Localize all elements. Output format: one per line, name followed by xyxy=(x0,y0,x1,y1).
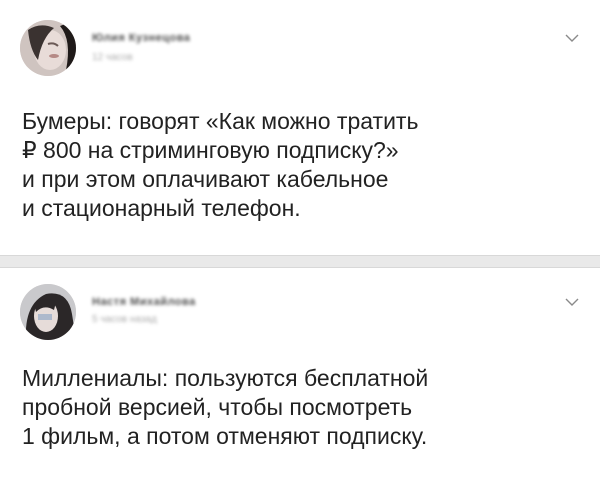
post-text-line: Бумеры: говорят «Как можно тратить xyxy=(22,108,419,134)
post-text-line: пробной версией, чтобы посмотреть xyxy=(22,394,413,420)
avatar[interactable] xyxy=(20,284,76,340)
post-timestamp[interactable]: 5 часов назад xyxy=(92,314,157,325)
post-text-line: Миллениалы: пользуются бесплатной xyxy=(22,365,429,391)
chevron-down-icon[interactable] xyxy=(564,30,580,46)
post-text: Миллениалы: пользуются бесплатной пробно… xyxy=(22,364,582,451)
post-text-line: ₽ 800 на стриминговую подписку?» xyxy=(22,137,399,163)
post-text-line: и при этом оплачивают кабельное xyxy=(22,166,389,192)
author-name[interactable]: Настя Михайлова xyxy=(92,296,196,308)
post-text-line: и стационарный телефон. xyxy=(22,195,301,221)
chevron-down-icon[interactable] xyxy=(564,294,580,310)
post-card: Настя Михайлова 5 часов назад Миллениалы… xyxy=(0,268,600,490)
post-card: Юлия Кузнецова 12 часов Бумеры: говорят … xyxy=(0,0,600,255)
avatar[interactable] xyxy=(20,20,76,76)
post-divider xyxy=(0,255,600,268)
post-text: Бумеры: говорят «Как можно тратить ₽ 800… xyxy=(22,107,582,223)
post-feed: Юлия Кузнецова 12 часов Бумеры: говорят … xyxy=(0,0,600,490)
post-timestamp[interactable]: 12 часов xyxy=(92,52,133,63)
author-name[interactable]: Юлия Кузнецова xyxy=(92,32,190,44)
post-text-line: 1 фильм, а потом отменяют подписку. xyxy=(22,423,428,449)
